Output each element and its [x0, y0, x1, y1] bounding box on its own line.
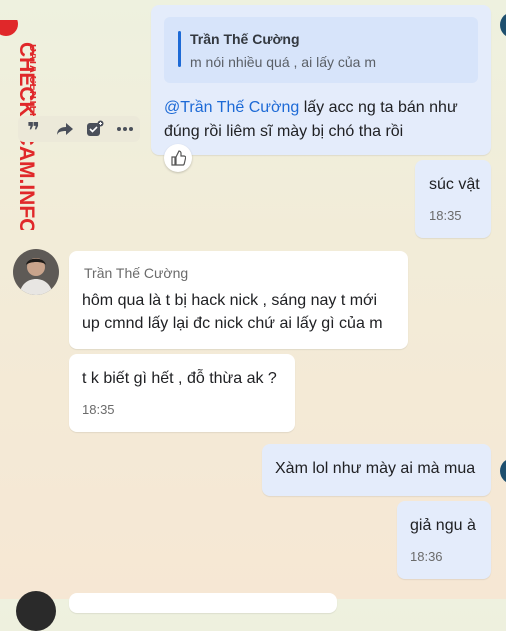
forward-icon [57, 123, 73, 135]
message-text: súc vật [429, 176, 480, 193]
message-action-toolbar: ❞ [18, 116, 140, 142]
quote-bar [178, 31, 181, 67]
message-line-1: hôm qua là t bị hack nick , sáng nay t m… [82, 292, 378, 309]
sender-name: Trần Thế Cường [84, 265, 189, 281]
message-text: Xàm lol như mày ai mà mua [275, 460, 476, 477]
message-text: t k biết gì hết , đỗ thừa ak ? [82, 370, 277, 387]
message-text: giả ngu à [410, 517, 476, 534]
forward-button[interactable] [54, 118, 76, 140]
message-line-2: up cmnd lấy lại đc nick chứ ai lấy gì củ… [82, 315, 383, 332]
message-bubble-partial[interactable] [69, 593, 337, 613]
mention-link[interactable]: @Trần Thế Cường [164, 99, 299, 116]
message-bubble[interactable]: t k biết gì hết , đỗ thừa ak ? 18:35 [69, 354, 295, 432]
watermark-sub: DATA CENTER [27, 44, 36, 121]
avatar-image [13, 249, 59, 295]
message-bubble[interactable]: Xàm lol như mày ai mà mua [262, 444, 491, 496]
add-task-button[interactable] [84, 118, 106, 140]
quote-author: Trần Thế Cường [190, 31, 300, 47]
message-time: 18:35 [82, 402, 115, 417]
quoted-message[interactable]: Trần Thế Cường m nói nhiều quá , ai lấy … [164, 17, 478, 83]
svg-text:❞: ❞ [27, 122, 40, 136]
message-line-1: lấy acc ng ta bán như [299, 99, 458, 116]
avatar-partial[interactable] [500, 458, 506, 484]
avatar[interactable] [13, 249, 59, 295]
avatar-partial[interactable] [16, 591, 56, 631]
quote-text: m nói nhiều quá , ai lấy của m [190, 54, 376, 70]
message-time: 18:36 [410, 549, 443, 564]
message-line-2: đúng rồi liêm sĩ mày bị chó tha rồi [164, 123, 404, 140]
message-bubble-reply[interactable]: Trần Thế Cường m nói nhiều quá , ai lấy … [151, 5, 491, 155]
quote-icon: ❞ [27, 122, 40, 136]
message-text: @Trần Thế Cường lấy acc ng ta bán như đú… [164, 96, 458, 144]
more-button[interactable] [114, 118, 136, 140]
message-bubble[interactable]: giả ngu à 18:36 [397, 501, 491, 579]
reaction-button[interactable] [164, 144, 192, 172]
thumbs-up-icon [171, 150, 186, 166]
quote-button[interactable]: ❞ [24, 118, 46, 140]
message-time: 18:35 [429, 208, 462, 223]
message-bubble[interactable]: súc vật 18:35 [415, 160, 491, 238]
more-icon [117, 127, 133, 131]
message-bubble[interactable]: Trần Thế Cường hôm qua là t bị hack nick… [69, 251, 408, 349]
add-task-icon [87, 120, 104, 136]
avatar-partial[interactable] [500, 12, 506, 38]
